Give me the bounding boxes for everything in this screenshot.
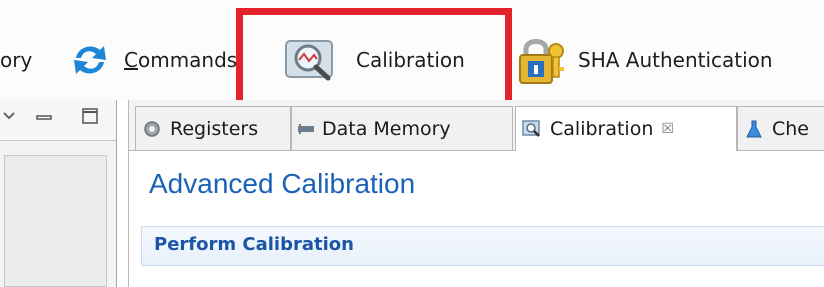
left-panel-content <box>4 155 107 287</box>
refresh-arrows-icon <box>68 38 112 82</box>
tab-data-memory[interactable]: Data Memory <box>291 106 513 150</box>
toolbar-calibration-label: Calibration <box>356 48 465 72</box>
page-title: Advanced Calibration <box>149 168 416 199</box>
toolbar-sha-authentication-button[interactable]: SHA Authentication <box>516 32 773 88</box>
toolbar-memory-button[interactable]: ory <box>0 32 32 88</box>
magnifier-chart-icon <box>522 119 542 139</box>
magnifier-chart-icon <box>284 38 340 82</box>
gear-icon <box>142 119 162 139</box>
tab-calibration[interactable]: Calibration ☒ <box>515 106 737 151</box>
toolbar-commands-button[interactable]: Commands <box>68 32 237 88</box>
tab-checks-label: Che <box>772 117 809 140</box>
close-icon[interactable]: ☒ <box>661 121 674 137</box>
toolbar-commands-label: Commands <box>124 48 238 72</box>
maximize-icon[interactable] <box>82 108 98 124</box>
editor-area: Registers Data Memory Calibration ☒ Che … <box>128 100 824 287</box>
main-toolbar: ory Commands Calibration SHA Authenticat… <box>0 0 824 100</box>
tab-data-memory-label: Data Memory <box>322 117 451 140</box>
tab-registers-label: Registers <box>170 117 259 140</box>
memory-chip-icon <box>296 119 316 139</box>
tab-registers[interactable]: Registers <box>135 106 291 150</box>
perform-calibration-section[interactable]: Perform Calibration <box>141 226 824 266</box>
padlock-key-icon <box>516 35 566 85</box>
tab-calibration-label: Calibration <box>550 118 654 140</box>
minimize-icon[interactable] <box>36 110 52 122</box>
toolbar-sha-authentication-label: SHA Authentication <box>578 48 773 72</box>
flask-icon <box>744 119 764 139</box>
toolbar-memory-label: ory <box>0 48 33 72</box>
left-panel <box>0 100 117 287</box>
toolbar-calibration-button[interactable]: Calibration <box>284 32 465 88</box>
dropdown-icon[interactable] <box>2 108 16 122</box>
left-panel-header <box>0 100 116 141</box>
section-title: Perform Calibration <box>154 234 354 255</box>
editor-tab-bar: Registers Data Memory Calibration ☒ Che <box>129 100 824 151</box>
tab-checks[interactable]: Che <box>737 106 824 150</box>
